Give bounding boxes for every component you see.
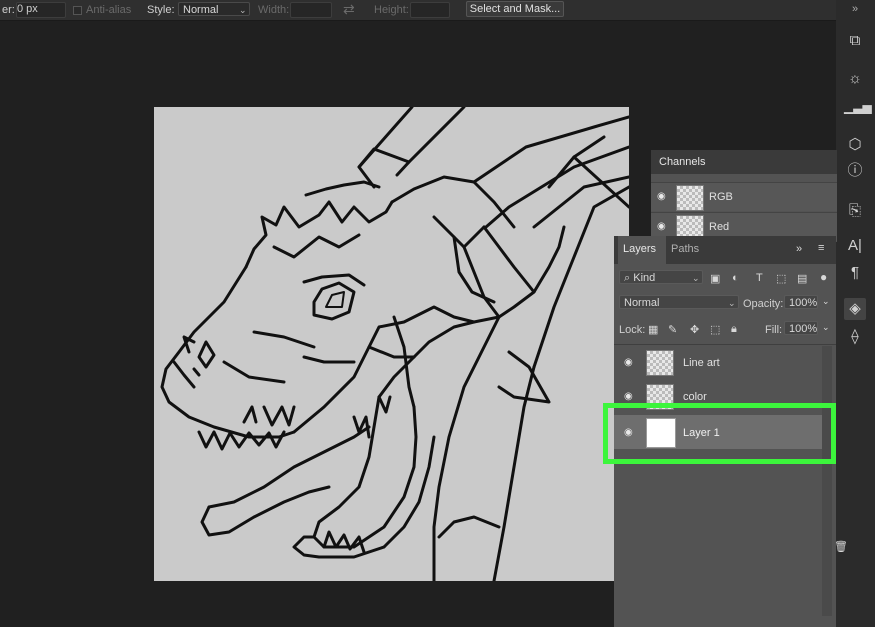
paths-icon[interactable]: ⟠ (844, 326, 866, 348)
layer-row[interactable]: ◉ Line art (614, 346, 822, 380)
type-filter-icon[interactable]: T (756, 272, 763, 284)
filter-kind-value: Kind (633, 272, 656, 284)
lock-image-icon[interactable]: ✎ (668, 323, 677, 336)
layer-name: Line art (683, 357, 720, 369)
3d-icon[interactable]: ⬡ (844, 134, 866, 156)
filter-kind-select[interactable]: ⌕ Kind ⌄ (619, 270, 703, 284)
lock-artboard-icon[interactable]: ⬚ (710, 323, 720, 336)
smart-object-filter-icon[interactable]: ▤ (797, 272, 807, 285)
lock-all-icon[interactable]: 🔒︎ (731, 323, 737, 336)
channel-name: Red (709, 221, 730, 233)
lock-transparent-icon[interactable]: ▦ (648, 323, 658, 336)
layer-name: color (683, 391, 707, 403)
anti-alias-label: Anti-alias (86, 4, 132, 16)
channel-row[interactable]: ◉ RGB (651, 182, 837, 211)
shape-filter-icon[interactable]: ⬚ (776, 272, 786, 285)
width-input[interactable] (290, 2, 332, 18)
eye-icon[interactable]: ◉ (624, 391, 633, 402)
chevron-down-icon: ⌄ (692, 273, 700, 283)
swap-icon[interactable]: ⇄ (343, 1, 355, 18)
tab-channels[interactable]: Channels (659, 156, 705, 168)
layers-icon[interactable]: ◈ (844, 298, 866, 320)
paragraph-icon[interactable]: ¶ (844, 262, 866, 284)
info-icon[interactable]: ⓘ (844, 160, 866, 182)
trash-icon[interactable]: 🗑︎ (834, 540, 848, 553)
chevron-down-icon[interactable]: ⌄ (822, 296, 830, 307)
opacity-input[interactable]: 100% (784, 295, 818, 309)
layers-scrollbar[interactable] (822, 346, 832, 616)
style-value: Normal (183, 4, 219, 16)
adjustment-filter-icon[interactable]: ◐ (732, 272, 739, 284)
right-dock-strip: » ⧉ ☼ ▁▃▅ ⬡ ⓘ ⎘ A| ¶ ◈ ⟠ (836, 0, 875, 627)
lock-label: Lock: (619, 324, 646, 336)
width-label: Width: (258, 4, 290, 16)
eye-icon[interactable]: ◉ (657, 191, 666, 202)
panel-menu-icon[interactable]: ≡ (818, 242, 824, 254)
select-and-mask-button[interactable]: Select and Mask... (466, 1, 564, 17)
style-select[interactable]: Normal ⌄ (178, 2, 250, 16)
history-icon[interactable]: ⧉ (844, 30, 866, 52)
layers-header: Layers Paths » ≡ (614, 236, 836, 264)
clone-source-icon[interactable]: ⎘ (844, 200, 866, 222)
blend-mode-value: Normal (624, 297, 660, 309)
collapse-icon[interactable]: » (796, 243, 802, 255)
layer-thumbnail (646, 350, 674, 376)
lock-row: Lock: ▦ ✎ ✥ ⬚ 🔒︎ Fill: 100% ⌄ (614, 320, 836, 340)
chevron-down-icon: ⌄ (728, 298, 736, 308)
pixel-filter-icon[interactable]: ▣ (710, 272, 720, 285)
height-input[interactable] (410, 2, 450, 18)
opacity-label: Opacity: (743, 298, 784, 310)
lock-position-icon[interactable]: ✥ (690, 323, 699, 336)
search-icon: ⌕ (624, 272, 631, 284)
histogram-icon[interactable]: ▁▃▅ (844, 96, 872, 118)
eye-icon[interactable]: ◉ (624, 357, 633, 368)
highlight-box (603, 403, 836, 464)
divider (614, 344, 836, 345)
style-label: Style: (147, 4, 175, 16)
fill-label: Fill: (765, 324, 783, 336)
dragon-line-art (160, 107, 629, 581)
layer-filter-row: ⌕ Kind ⌄ ▣ ◐ T ⬚ ▤ ● (614, 268, 836, 288)
document-canvas[interactable] (154, 107, 629, 581)
anti-alias-checkbox[interactable] (73, 6, 82, 15)
blend-row: Normal ⌄ Opacity: 100% ⌄ (614, 294, 836, 314)
opacity-value: 100% (789, 297, 818, 309)
fill-value: 100% (789, 323, 818, 335)
channel-thumbnail (676, 185, 704, 211)
channels-header: Channels (651, 150, 837, 174)
collapse-icon[interactable]: » (844, 0, 866, 20)
adjustments-icon[interactable]: ☼ (844, 68, 866, 90)
channel-name: RGB (709, 191, 733, 203)
feather-value: 0 px (17, 3, 38, 15)
tab-paths[interactable]: Paths (671, 243, 699, 255)
channels-panel: Channels ◉ RGB ◉ Red (651, 150, 837, 242)
eye-icon[interactable]: ◉ (657, 221, 666, 232)
fill-input[interactable]: 100% (784, 321, 818, 335)
height-label: Height: (374, 4, 409, 16)
chevron-down-icon: ⌄ (239, 5, 247, 15)
options-bar: er: 0 px Anti-alias Style: Normal ⌄ Widt… (0, 0, 875, 21)
character-icon[interactable]: A| (844, 235, 866, 257)
feather-input[interactable]: 0 px (16, 2, 66, 18)
filter-toggle-icon[interactable]: ● (820, 270, 827, 284)
chevron-down-icon[interactable]: ⌄ (822, 322, 830, 333)
blend-mode-select[interactable]: Normal ⌄ (619, 295, 739, 309)
feather-label: er: (2, 4, 15, 16)
tab-layers[interactable]: Layers (623, 243, 656, 255)
